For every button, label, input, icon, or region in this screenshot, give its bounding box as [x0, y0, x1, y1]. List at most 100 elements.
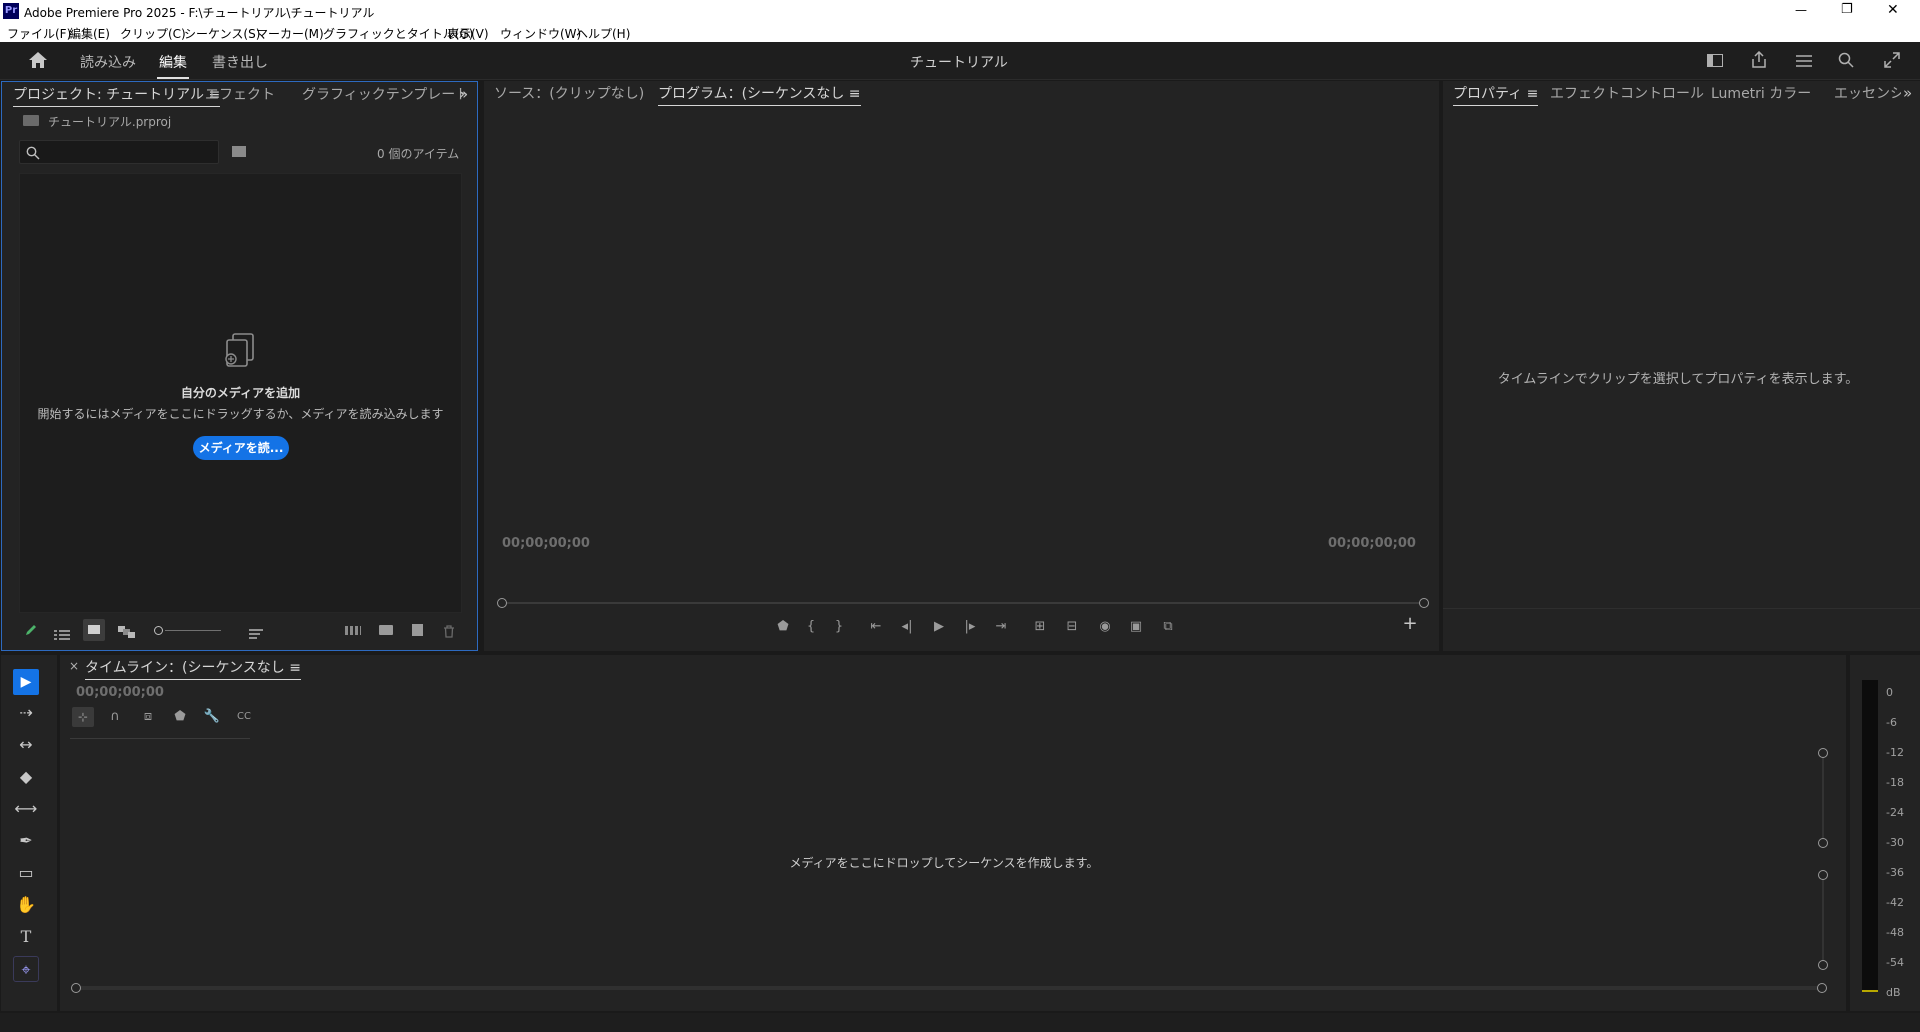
- meter-tick-54: -54: [1886, 956, 1904, 969]
- extract-icon[interactable]: ⊟: [1062, 617, 1082, 637]
- menu-window[interactable]: ウィンドウ(W): [500, 25, 581, 42]
- window-title-bar: Pr Adobe Premiere Pro 2025 - F:\チュートリアル\…: [0, 0, 1920, 22]
- close-button[interactable]: ✕: [1887, 2, 1899, 18]
- add-marker-icon[interactable]: ⬟: [170, 707, 190, 727]
- panel-overflow-icon[interactable]: »: [1903, 84, 1912, 102]
- mark-out-icon[interactable]: }: [829, 617, 849, 637]
- timeline-zoom-scrollbar[interactable]: [71, 983, 1827, 993]
- tab-source-monitor[interactable]: ソース：(クリップなし): [494, 81, 644, 107]
- maximize-button[interactable]: ❐: [1841, 2, 1853, 17]
- zoom-slider[interactable]: [154, 625, 224, 637]
- tab-effects[interactable]: エフェクト: [205, 82, 275, 108]
- hand-tool[interactable]: ✋: [13, 892, 39, 918]
- audio-tracks-scrollbar[interactable]: [1818, 870, 1828, 970]
- menu-sequence[interactable]: シーケンス(S): [184, 25, 260, 42]
- ripple-edit-tool[interactable]: ↔: [13, 732, 39, 758]
- captions-icon[interactable]: CC: [234, 707, 254, 727]
- window-title: Adobe Premiere Pro 2025 - F:\チュートリアル\チュー…: [24, 6, 375, 20]
- search-input[interactable]: [19, 140, 219, 164]
- timeline-timecode[interactable]: 00;00;00;00: [76, 685, 164, 700]
- menu-bar: ファイル(F) 編集(E) クリップ(C) シーケンス(S) マーカー(M) グ…: [0, 22, 1920, 42]
- new-search-bin-icon[interactable]: [232, 146, 246, 157]
- pen-tool[interactable]: ✒: [13, 828, 39, 854]
- tab-import[interactable]: 読み込み: [80, 52, 136, 72]
- properties-empty-message: タイムラインでクリップを選択してプロパティを表示します。: [1497, 372, 1859, 387]
- meter-tick-24: -24: [1886, 806, 1904, 819]
- close-panel-icon[interactable]: ×: [69, 659, 79, 673]
- tab-timeline[interactable]: タイムライン：(シーケンスなし ≡: [85, 655, 301, 681]
- media-drop-area[interactable]: 自分のメディアを追加 開始するにはメディアをここにドラッグするか、メディアを読み…: [19, 173, 462, 613]
- menu-clip[interactable]: クリップ(C): [120, 25, 186, 42]
- tab-essential-clip[interactable]: エッセンシャル: [1831, 81, 1901, 107]
- new-item-icon[interactable]: [412, 624, 423, 636]
- audio-meter-bar: [1862, 680, 1878, 992]
- icon-view-button[interactable]: [83, 619, 105, 641]
- razor-tool[interactable]: ◆: [13, 764, 39, 790]
- go-to-in-icon[interactable]: ⇤: [866, 617, 886, 637]
- video-tracks-scrollbar[interactable]: [1818, 748, 1828, 848]
- snap-icon[interactable]: ∩: [105, 707, 125, 727]
- generative-extend-tool[interactable]: ⌖: [13, 956, 39, 982]
- fullscreen-icon[interactable]: [1884, 52, 1900, 72]
- program-scrub-bar[interactable]: [497, 598, 1429, 608]
- add-marker-icon[interactable]: ⬟: [773, 617, 793, 637]
- step-forward-icon[interactable]: |▸: [960, 617, 980, 637]
- step-back-icon[interactable]: ◂|: [897, 617, 917, 637]
- project-file-name: チュートリアル.prproj: [48, 115, 172, 129]
- menu-view[interactable]: 表示(V): [447, 25, 489, 42]
- proxy-toggle-icon[interactable]: ⧉: [1158, 617, 1178, 637]
- tab-program-monitor[interactable]: プログラム：(シーケンスなし ≡: [658, 81, 861, 107]
- minimize-button[interactable]: —: [1795, 3, 1807, 17]
- audio-meter-panel: [1850, 655, 1920, 1011]
- slip-tool[interactable]: ⟷: [13, 796, 39, 822]
- quick-search-icon[interactable]: [1838, 52, 1854, 72]
- workspaces-menu-icon[interactable]: [1795, 53, 1813, 72]
- pencil-icon[interactable]: [24, 622, 38, 641]
- import-media-button[interactable]: メディアを読...: [193, 436, 289, 460]
- home-icon[interactable]: [28, 51, 48, 69]
- timeline-panel: × タイムライン：(シーケンスなし ≡ 00;00;00;00 ⊹ ∩ ⧈ ⬟ …: [60, 655, 1846, 1011]
- tab-lumetri-color[interactable]: Lumetri カラー: [1711, 81, 1811, 107]
- linked-selection-icon[interactable]: ⧈: [138, 707, 158, 727]
- rectangle-tool[interactable]: ▭: [13, 860, 39, 886]
- new-bin-icon[interactable]: [379, 625, 393, 635]
- automate-sequence-icon[interactable]: [345, 626, 361, 635]
- project-title: チュートリアル: [910, 55, 1008, 71]
- tab-effect-controls[interactable]: エフェクトコントロール: [1550, 81, 1704, 107]
- insert-sequence-button[interactable]: ⊹: [72, 707, 94, 727]
- program-video-area: [484, 109, 1439, 519]
- timeline-settings-icon[interactable]: 🔧: [202, 707, 222, 727]
- tab-export[interactable]: 書き出し: [212, 52, 268, 72]
- panel-overflow-icon[interactable]: »: [459, 85, 468, 103]
- monitor-panel: ソース：(クリップなし) プログラム：(シーケンスなし ≡ 00;00;00;0…: [484, 81, 1439, 651]
- comparison-view-icon[interactable]: ▣: [1126, 617, 1146, 637]
- tab-project[interactable]: プロジェクト: チュートリアル ≡: [13, 82, 221, 108]
- list-view-icon[interactable]: [54, 625, 70, 644]
- track-select-tool[interactable]: ⇢: [13, 700, 39, 726]
- sort-icon[interactable]: [249, 625, 263, 644]
- freeform-view-icon[interactable]: [118, 623, 136, 642]
- play-icon[interactable]: ▶: [929, 617, 949, 637]
- trash-icon[interactable]: [443, 623, 455, 642]
- add-media-icon: [220, 332, 260, 370]
- panel-layout-icon[interactable]: [1707, 54, 1723, 67]
- premiere-app-icon: Pr: [3, 3, 19, 19]
- go-to-out-icon[interactable]: ⇥: [991, 617, 1011, 637]
- lift-icon[interactable]: ⊞: [1030, 617, 1050, 637]
- selection-tool[interactable]: ▶: [13, 669, 39, 695]
- tab-edit[interactable]: 編集: [159, 52, 187, 72]
- program-playhead-timecode[interactable]: 00;00;00;00: [502, 536, 590, 551]
- item-count: 0 個のアイテム: [377, 147, 460, 161]
- type-tool[interactable]: T: [13, 924, 39, 950]
- button-editor-icon[interactable]: +: [1400, 614, 1420, 634]
- menu-file[interactable]: ファイル(F): [7, 25, 71, 42]
- tab-graphic-templates[interactable]: グラフィックテンプレート: [302, 82, 469, 108]
- share-icon[interactable]: [1751, 50, 1767, 73]
- tab-properties[interactable]: プロパティ ≡: [1453, 81, 1539, 107]
- menu-edit[interactable]: 編集(E): [69, 25, 110, 42]
- mark-in-icon[interactable]: {: [801, 617, 821, 637]
- tab-essential-label: エッセンシャル: [1834, 86, 1901, 102]
- menu-marker[interactable]: マーカー(M): [256, 25, 324, 42]
- menu-help[interactable]: ヘルプ(H): [576, 25, 630, 42]
- export-frame-icon[interactable]: ◉: [1095, 617, 1115, 637]
